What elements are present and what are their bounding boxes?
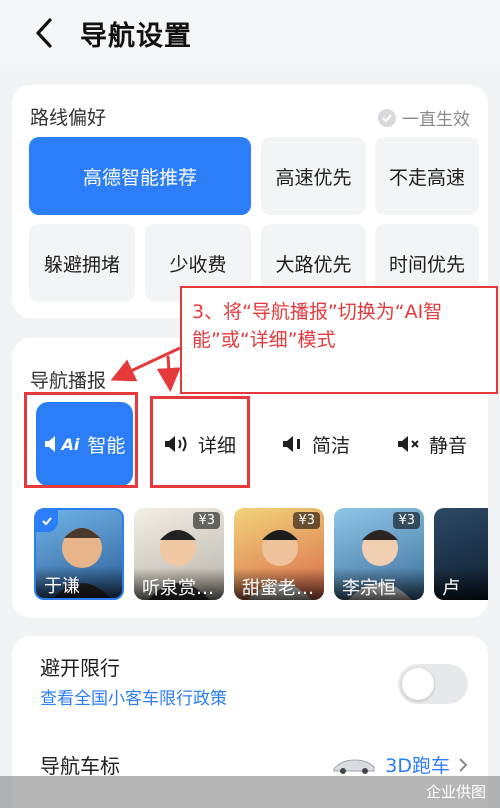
sports-car-icon	[333, 758, 375, 774]
restriction-policy-link[interactable]: 查看全国小客车限行政策	[40, 684, 227, 709]
avoid-restriction-title: 避开限行	[40, 656, 120, 680]
car-icon-value: 3D跑车	[385, 755, 450, 777]
avoid-restriction-toggle[interactable]	[398, 664, 468, 704]
chevron-right-icon	[459, 757, 468, 772]
car-icon-title: 导航车标	[40, 754, 120, 778]
toggle-knob	[402, 668, 434, 700]
car-icon-selector[interactable]: 3D跑车	[331, 751, 468, 778]
watermark: 企业供图	[425, 783, 486, 801]
annotation-text: 3、将“导航播报”切换为“AI智能”或“详细”模式	[180, 286, 498, 394]
